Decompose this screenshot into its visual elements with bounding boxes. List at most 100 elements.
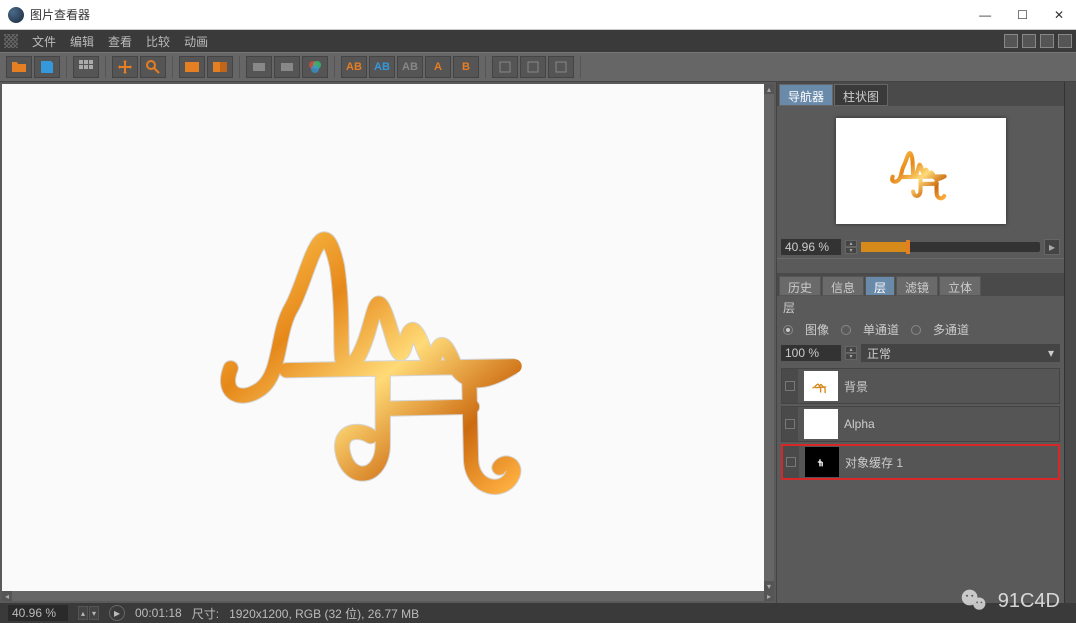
window-title: 图片查看器 <box>30 6 975 23</box>
scroll-down-arrow[interactable]: ▾ <box>764 581 774 591</box>
navigator-thumbnail <box>836 118 1006 224</box>
layout-icon-1[interactable] <box>1004 34 1018 48</box>
zoom-slider[interactable] <box>861 242 1040 252</box>
tab-navigator[interactable]: 导航器 <box>779 84 833 106</box>
layout-icon-3[interactable] <box>1040 34 1054 48</box>
open-folder-button[interactable] <box>6 56 32 78</box>
render-viewport[interactable] <box>2 84 764 591</box>
status-time: 00:01:18 <box>135 606 182 620</box>
compare-b-button[interactable] <box>207 56 233 78</box>
layer-visibility-toggle[interactable] <box>782 369 798 403</box>
compare-a-button[interactable] <box>179 56 205 78</box>
layer-thumbnail <box>804 409 838 439</box>
ab-swap-button[interactable]: AB <box>369 56 395 78</box>
layer-visibility-toggle[interactable] <box>783 446 799 478</box>
panel-divider[interactable] <box>777 258 1064 274</box>
layer-item-bg[interactable]: 背景 <box>781 368 1060 404</box>
opacity-input[interactable]: 100 % <box>781 345 841 361</box>
render-image <box>78 135 688 541</box>
menu-compare[interactable]: 比较 <box>146 33 170 50</box>
blend-mode-value: 正常 <box>867 345 891 362</box>
title-bar: 图片查看器 — ☐ ✕ <box>0 0 1076 30</box>
scroll-right-arrow[interactable]: ▸ <box>764 591 774 601</box>
menu-grip-icon <box>4 34 18 48</box>
status-zoom-stepper[interactable]: ▴▾ <box>78 606 99 620</box>
set-b-button[interactable]: B <box>453 56 479 78</box>
save-button[interactable] <box>34 56 60 78</box>
vertical-scrollbar[interactable]: ▴ ▾ <box>764 84 774 591</box>
menu-animation[interactable]: 动画 <box>184 33 208 50</box>
tab-stereo[interactable]: 立体 <box>939 276 981 296</box>
channel-rgb-button[interactable] <box>302 56 328 78</box>
radio-multi-label: 多通道 <box>933 321 969 338</box>
status-dimensions-label: 尺寸: <box>192 605 219 622</box>
layer-item-alpha[interactable]: Alpha <box>781 406 1060 442</box>
ab-diff-button[interactable]: AB <box>397 56 423 78</box>
status-info: 1920x1200, RGB (32 位), 26.77 MB <box>229 605 419 622</box>
layer-thumbnail <box>805 447 839 477</box>
watermark: 91C4D <box>960 587 1060 615</box>
scroll-up-arrow[interactable]: ▴ <box>764 84 774 94</box>
close-button[interactable]: ✕ <box>1050 8 1068 22</box>
opacity-stepper[interactable]: ▴▾ <box>845 346 857 360</box>
horizontal-scrollbar[interactable]: ◂ ▸ <box>2 591 774 601</box>
layout-icon-4[interactable] <box>1058 34 1072 48</box>
layout-icon-2[interactable] <box>1022 34 1036 48</box>
scroll-left-arrow[interactable]: ◂ <box>2 591 12 601</box>
chevron-down-icon: ▾ <box>1048 346 1054 360</box>
layers-list: 背景 Alpha 对象缓存 1 <box>777 366 1064 603</box>
tab-histogram[interactable]: 柱状图 <box>834 84 888 106</box>
layer-item-object-buffer[interactable]: 对象缓存 1 <box>781 444 1060 480</box>
side-panel: 导航器 柱状图 40.96 % ▴▾ ▸ 历史 信息 层 滤镜 立体 层 图 <box>776 82 1064 603</box>
extra-2-button[interactable] <box>520 56 546 78</box>
tab-layer[interactable]: 层 <box>865 276 895 296</box>
layer-panel-header: 层 <box>777 296 1064 319</box>
set-a-button[interactable]: A <box>425 56 451 78</box>
menu-right-icons <box>1004 34 1072 48</box>
app-icon <box>8 7 24 23</box>
zoom-input[interactable]: 40.96 % <box>781 239 841 255</box>
watermark-text: 91C4D <box>998 590 1060 613</box>
channel-l-button[interactable] <box>246 56 272 78</box>
zoom-row: 40.96 % ▴▾ ▸ <box>777 236 1064 258</box>
tab-info[interactable]: 信息 <box>822 276 864 296</box>
radio-image[interactable] <box>783 325 793 335</box>
radio-multi[interactable] <box>911 325 921 335</box>
layer-name: Alpha <box>844 417 1059 431</box>
tab-filter[interactable]: 滤镜 <box>896 276 938 296</box>
extra-3-button[interactable] <box>548 56 574 78</box>
zoom-stepper[interactable]: ▴▾ <box>845 240 857 254</box>
menu-view[interactable]: 查看 <box>108 33 132 50</box>
layer-thumbnail <box>804 371 838 401</box>
navigator-tabs: 导航器 柱状图 <box>777 82 1064 106</box>
side-strip <box>1064 82 1076 603</box>
move-button[interactable] <box>112 56 138 78</box>
status-bar: 40.96 % ▴▾ ▸ 00:01:18 尺寸: 1920x1200, RGB… <box>0 603 1076 623</box>
menu-bar: 文件 编辑 查看 比较 动画 <box>0 30 1076 52</box>
wechat-icon <box>960 587 988 615</box>
channel-r-button[interactable] <box>274 56 300 78</box>
menu-file[interactable]: 文件 <box>32 33 56 50</box>
viewport-wrap: ▴ ▾ ◂ ▸ <box>0 82 776 603</box>
window-controls: — ☐ ✕ <box>975 8 1068 22</box>
maximize-button[interactable]: ☐ <box>1013 8 1032 22</box>
tab-history[interactable]: 历史 <box>779 276 821 296</box>
layer-visibility-toggle[interactable] <box>782 407 798 441</box>
radio-image-label: 图像 <box>805 321 829 338</box>
menu-edit[interactable]: 编辑 <box>70 33 94 50</box>
radio-single[interactable] <box>841 325 851 335</box>
blend-mode-select[interactable]: 正常 ▾ <box>861 344 1060 362</box>
extra-1-button[interactable] <box>492 56 518 78</box>
blend-row: 100 % ▴▾ 正常 ▾ <box>777 344 1064 366</box>
status-play-button[interactable]: ▸ <box>109 605 125 621</box>
status-zoom[interactable]: 40.96 % <box>8 605 68 621</box>
minimize-button[interactable]: — <box>975 8 995 22</box>
zoom-button[interactable] <box>140 56 166 78</box>
layer-name: 对象缓存 1 <box>845 454 1058 471</box>
toolbar: AB AB AB A B <box>0 52 1076 82</box>
navigator-preview[interactable] <box>777 106 1064 236</box>
grid-button[interactable] <box>73 56 99 78</box>
ab-compare-button[interactable]: AB <box>341 56 367 78</box>
zoom-play-button[interactable]: ▸ <box>1044 239 1060 255</box>
info-tabs: 历史 信息 层 滤镜 立体 <box>777 274 1064 296</box>
